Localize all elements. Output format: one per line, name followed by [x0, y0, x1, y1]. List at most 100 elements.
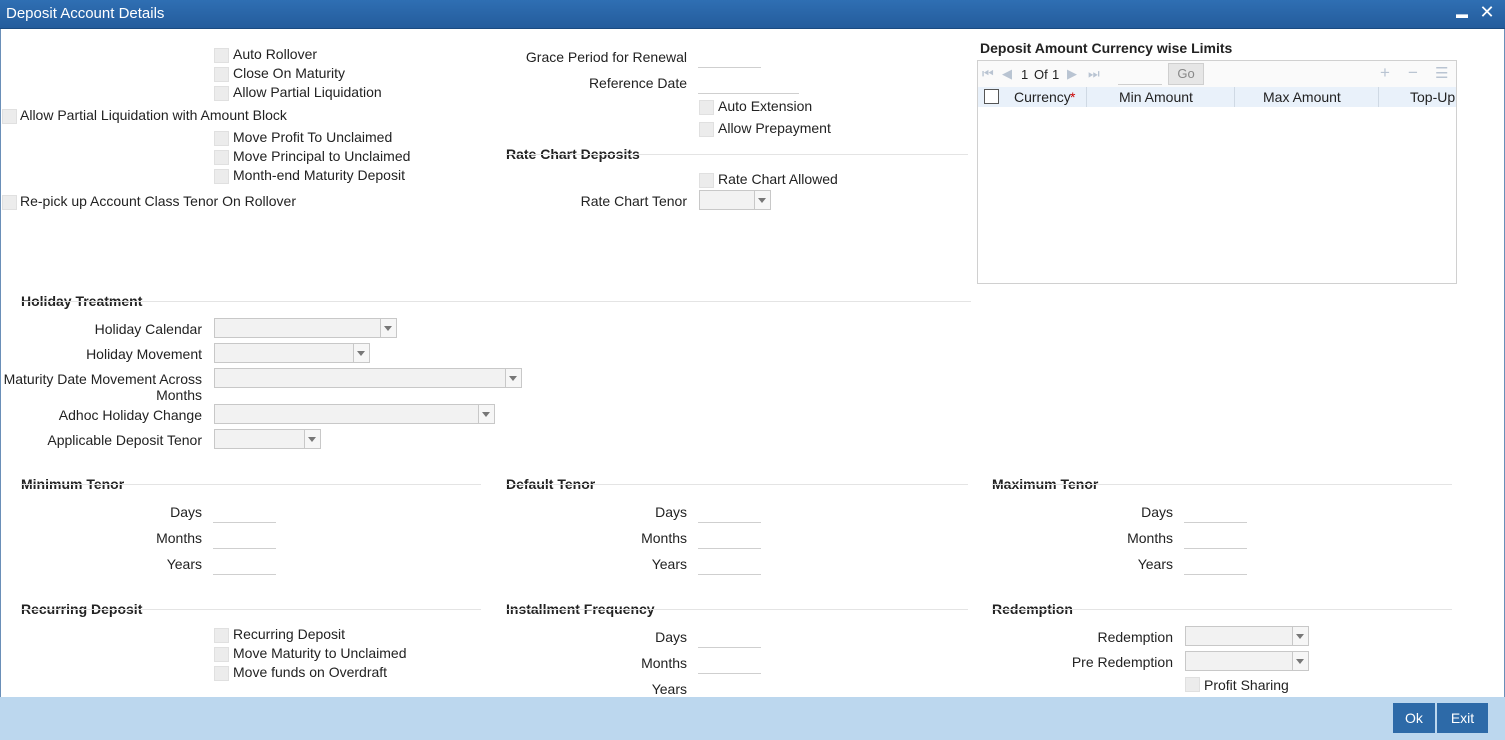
- recurring-deposit-label: Recurring Deposit: [233, 626, 346, 642]
- recurring-deposit-checkbox[interactable]: [214, 628, 229, 643]
- chevron-down-icon[interactable]: [304, 430, 320, 448]
- close-on-maturity-label: Close On Maturity: [233, 65, 346, 81]
- go-button[interactable]: Go: [1168, 63, 1204, 85]
- chevron-down-icon[interactable]: [478, 405, 494, 423]
- max-months-label: Months: [1127, 530, 1173, 546]
- min-years-label: Years: [166, 556, 202, 572]
- holiday-calendar-label: Holiday Calendar: [94, 321, 202, 337]
- holiday-calendar-select[interactable]: [214, 318, 397, 338]
- inst-days-input[interactable]: [698, 625, 761, 648]
- repick-tenor-label: Re-pick up Account Class Tenor On Rollov…: [20, 193, 296, 209]
- reference-date-label: Reference Date: [588, 75, 687, 91]
- divider: [992, 484, 1452, 485]
- divider: [506, 609, 968, 610]
- grid-header: Currency * Min Amount Max Amount Top-Up …: [978, 87, 1456, 107]
- rate-chart-tenor-select[interactable]: [699, 190, 771, 210]
- maturity-move-select[interactable]: [214, 368, 522, 388]
- max-years-input[interactable]: [1184, 552, 1247, 575]
- max-days-input[interactable]: [1184, 500, 1247, 523]
- delete-row-icon[interactable]: −: [1408, 63, 1418, 83]
- reference-date-input[interactable]: [698, 71, 799, 94]
- min-months-input[interactable]: [213, 526, 276, 549]
- max-months-input[interactable]: [1184, 526, 1247, 549]
- move-profit-unclaimed-checkbox[interactable]: [214, 131, 229, 146]
- divider: [506, 484, 968, 485]
- holiday-movement-select[interactable]: [214, 343, 370, 363]
- col-topup[interactable]: Top-Up U: [1410, 89, 1456, 105]
- min-years-input[interactable]: [213, 552, 276, 575]
- col-min-amount[interactable]: Min Amount: [1119, 89, 1193, 105]
- def-days-input[interactable]: [698, 500, 761, 523]
- ok-button[interactable]: Ok: [1393, 703, 1435, 733]
- adhoc-holiday-label: Adhoc Holiday Change: [58, 407, 202, 423]
- allow-prepayment-checkbox[interactable]: [699, 122, 714, 137]
- rate-chart-allowed-checkbox[interactable]: [699, 173, 714, 188]
- move-principal-unclaimed-checkbox[interactable]: [214, 150, 229, 165]
- chevron-down-icon[interactable]: [754, 191, 770, 209]
- close-on-maturity-checkbox[interactable]: [214, 67, 229, 82]
- chevron-down-icon[interactable]: [353, 344, 369, 362]
- auto-extension-checkbox[interactable]: [699, 100, 714, 115]
- profit-sharing-checkbox[interactable]: [1185, 677, 1200, 692]
- applicable-tenor-select[interactable]: [214, 429, 321, 449]
- page-goto-input[interactable]: [1118, 62, 1162, 85]
- inst-months-label: Months: [641, 655, 687, 671]
- move-maturity-unclaimed-checkbox[interactable]: [214, 647, 229, 662]
- def-days-label: Days: [655, 504, 687, 520]
- next-page-icon[interactable]: ▶: [1067, 66, 1077, 82]
- inst-days-label: Days: [655, 629, 687, 645]
- def-months-label: Months: [641, 530, 687, 546]
- def-years-input[interactable]: [698, 552, 761, 575]
- select-all-checkbox[interactable]: [984, 89, 999, 104]
- redemption-select[interactable]: [1185, 626, 1309, 646]
- col-divider: [1378, 87, 1379, 107]
- col-max-amount[interactable]: Max Amount: [1263, 89, 1341, 105]
- exit-button[interactable]: Exit: [1437, 703, 1488, 733]
- divider: [506, 154, 968, 155]
- page-of: Of: [1034, 67, 1048, 82]
- def-months-input[interactable]: [698, 526, 761, 549]
- last-page-icon[interactable]: ⏭: [1088, 66, 1100, 82]
- min-days-label: Days: [170, 504, 202, 520]
- col-divider: [1234, 87, 1235, 107]
- month-end-maturity-checkbox[interactable]: [214, 169, 229, 184]
- repick-tenor-checkbox[interactable]: [2, 195, 17, 210]
- pre-redemption-label: Pre Redemption: [1071, 654, 1173, 670]
- title-bar: Deposit Account Details ▬ ✕: [0, 0, 1505, 29]
- grace-period-input[interactable]: [698, 45, 761, 68]
- footer-bar: [0, 697, 1505, 740]
- limits-heading: Deposit Amount Currency wise Limits: [980, 40, 1233, 56]
- page-current: 1: [1021, 67, 1029, 82]
- grace-period-label: Grace Period for Renewal: [525, 49, 687, 65]
- rate-chart-tenor-label: Rate Chart Tenor: [580, 193, 687, 209]
- chevron-down-icon[interactable]: [1292, 652, 1308, 670]
- close-icon[interactable]: ✕: [1477, 2, 1497, 23]
- single-view-icon[interactable]: ☰: [1435, 64, 1448, 82]
- profit-sharing-label: Profit Sharing: [1204, 677, 1289, 693]
- adhoc-holiday-select[interactable]: [214, 404, 495, 424]
- prev-page-icon[interactable]: ◀: [1002, 66, 1012, 82]
- divider: [992, 609, 1452, 610]
- required-mark: *: [1070, 89, 1076, 105]
- pre-redemption-select[interactable]: [1185, 651, 1309, 671]
- chevron-down-icon[interactable]: [380, 319, 396, 337]
- month-end-maturity-label: Month-end Maturity Deposit: [233, 167, 405, 183]
- chevron-down-icon[interactable]: [1292, 627, 1308, 645]
- inst-months-input[interactable]: [698, 651, 761, 674]
- auto-rollover-checkbox[interactable]: [214, 48, 229, 63]
- def-years-label: Years: [651, 556, 687, 572]
- col-currency[interactable]: Currency: [1014, 89, 1071, 105]
- move-funds-overdraft-label: Move funds on Overdraft: [233, 664, 388, 680]
- maturity-move-label-line2: Months: [156, 387, 202, 403]
- partial-liquidation-amount-block-checkbox[interactable]: [2, 109, 17, 124]
- allow-partial-liquidation-checkbox[interactable]: [214, 86, 229, 101]
- add-row-icon[interactable]: +: [1380, 63, 1390, 83]
- first-page-icon[interactable]: ⏮: [982, 66, 994, 82]
- holiday-movement-label: Holiday Movement: [86, 346, 202, 362]
- min-days-input[interactable]: [213, 500, 276, 523]
- chevron-down-icon[interactable]: [505, 369, 521, 387]
- move-funds-overdraft-checkbox[interactable]: [214, 666, 229, 681]
- move-principal-unclaimed-label: Move Principal to Unclaimed: [233, 148, 411, 164]
- minimize-icon[interactable]: ▬: [1452, 7, 1472, 21]
- allow-prepayment-label: Allow Prepayment: [718, 120, 831, 136]
